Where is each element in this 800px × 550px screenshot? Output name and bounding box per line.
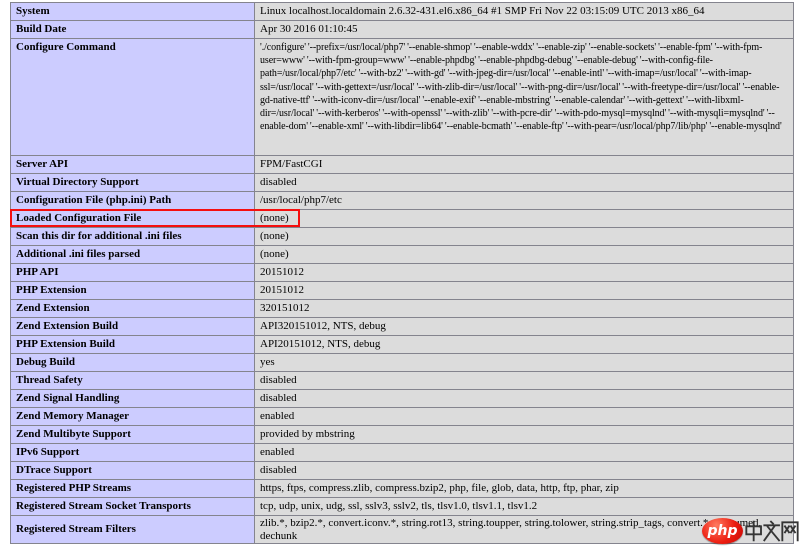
prop-label: Zend Signal Handling	[10, 389, 255, 408]
prop-label: Zend Multibyte Support	[10, 425, 255, 444]
prop-label: Zend Extension	[10, 299, 255, 318]
prop-value: yes	[254, 353, 794, 372]
prop-value: enabled	[254, 407, 794, 426]
table-row-additional-ini: Additional .ini files parsed (none)	[10, 245, 794, 264]
table-row-config-file-path: Configuration File (php.ini) Path /usr/l…	[10, 191, 794, 210]
table-row-scan-dir-ini: Scan this dir for additional .ini files …	[10, 227, 794, 246]
prop-label: Configuration File (php.ini) Path	[10, 191, 255, 210]
table-row-configure-command: Configure Command './configure' '--prefi…	[10, 38, 794, 156]
table-row-zend-extension: Zend Extension 320151012	[10, 299, 794, 318]
cn-site-name-icon	[745, 520, 799, 542]
prop-value: tcp, udp, unix, udg, ssl, sslv3, sslv2, …	[254, 497, 794, 516]
prop-value: 320151012	[254, 299, 794, 318]
prop-value: (none)	[254, 245, 794, 264]
table-row-zend-memory-manager: Zend Memory Manager enabled	[10, 407, 794, 426]
php-cn-watermark: php	[702, 514, 799, 548]
prop-label: Virtual Directory Support	[10, 173, 255, 192]
table-row-virtual-directory: Virtual Directory Support disabled	[10, 173, 794, 192]
prop-label: Registered Stream Filters	[10, 515, 255, 544]
table-row-stream-socket-transports: Registered Stream Socket Transports tcp,…	[10, 497, 794, 516]
prop-label: IPv6 Support	[10, 443, 255, 462]
prop-label: Zend Memory Manager	[10, 407, 255, 426]
table-row-php-extension: PHP Extension 20151012	[10, 281, 794, 300]
prop-label: Build Date	[10, 20, 255, 39]
prop-label: Additional .ini files parsed	[10, 245, 255, 264]
prop-value: (none)	[254, 227, 794, 246]
prop-label: PHP API	[10, 263, 255, 282]
prop-value: disabled	[254, 389, 794, 408]
table-row-zend-multibyte: Zend Multibyte Support provided by mbstr…	[10, 425, 794, 444]
table-row-server-api: Server API FPM/FastCGI	[10, 155, 794, 174]
table-row-system: System Linux localhost.localdomain 2.6.3…	[10, 2, 794, 21]
prop-value: Apr 30 2016 01:10:45	[254, 20, 794, 39]
php-logo-badge-icon: php	[702, 518, 743, 544]
prop-value: 20151012	[254, 263, 794, 282]
prop-value: 20151012	[254, 281, 794, 300]
prop-value: API320151012, NTS, debug	[254, 317, 794, 336]
table-row-build-date: Build Date Apr 30 2016 01:10:45	[10, 20, 794, 39]
prop-label: Registered PHP Streams	[10, 479, 255, 498]
table-row-ipv6-support: IPv6 Support enabled	[10, 443, 794, 462]
prop-label: PHP Extension Build	[10, 335, 255, 354]
phpinfo-page: { "table": { "rows": [ {"label": "System…	[0, 0, 800, 550]
table-row-zend-signal-handling: Zend Signal Handling disabled	[10, 389, 794, 408]
prop-value: Linux localhost.localdomain 2.6.32-431.e…	[254, 2, 794, 21]
prop-label: Registered Stream Socket Transports	[10, 497, 255, 516]
prop-value: API20151012, NTS, debug	[254, 335, 794, 354]
table-row-registered-php-streams: Registered PHP Streams https, ftps, comp…	[10, 479, 794, 498]
prop-label: Server API	[10, 155, 255, 174]
prop-value: disabled	[254, 461, 794, 480]
highlight-box	[10, 209, 300, 227]
prop-label: Thread Safety	[10, 371, 255, 390]
prop-label: PHP Extension	[10, 281, 255, 300]
prop-value: './configure' '--prefix=/usr/local/php7'…	[254, 38, 794, 156]
table-row-php-extension-build: PHP Extension Build API20151012, NTS, de…	[10, 335, 794, 354]
prop-value: FPM/FastCGI	[254, 155, 794, 174]
phpinfo-table: System Linux localhost.localdomain 2.6.3…	[10, 2, 794, 544]
table-row-zend-extension-build: Zend Extension Build API320151012, NTS, …	[10, 317, 794, 336]
prop-label: Debug Build	[10, 353, 255, 372]
prop-value: (none)	[254, 209, 794, 228]
prop-label: DTrace Support	[10, 461, 255, 480]
prop-value: https, ftps, compress.zlib, compress.bzi…	[254, 479, 794, 498]
table-row-php-api: PHP API 20151012	[10, 263, 794, 282]
table-row-thread-safety: Thread Safety disabled	[10, 371, 794, 390]
prop-value: disabled	[254, 371, 794, 390]
table-row-debug-build: Debug Build yes	[10, 353, 794, 372]
prop-value: disabled	[254, 173, 794, 192]
table-row-stream-filters: Registered Stream Filters zlib.*, bzip2.…	[10, 515, 794, 544]
prop-value: /usr/local/php7/etc	[254, 191, 794, 210]
prop-label: System	[10, 2, 255, 21]
prop-label: Configure Command	[10, 38, 255, 156]
table-row-dtrace-support: DTrace Support disabled	[10, 461, 794, 480]
prop-value: enabled	[254, 443, 794, 462]
prop-label: Scan this dir for additional .ini files	[10, 227, 255, 246]
prop-label: Zend Extension Build	[10, 317, 255, 336]
prop-value: provided by mbstring	[254, 425, 794, 444]
